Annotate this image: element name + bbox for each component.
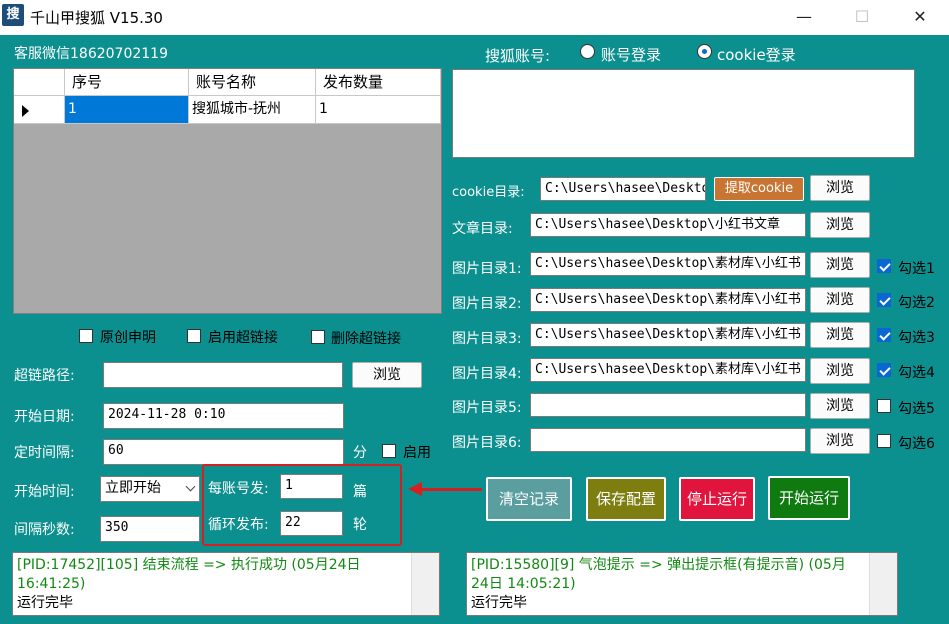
img-dir-3-label: 图片目录3: — [452, 331, 522, 347]
img-dir-4-checkbox[interactable] — [877, 363, 891, 377]
img-dir-2-browse-button[interactable]: 浏览 — [810, 287, 870, 313]
enable-link-label: 启用超链接 — [208, 330, 278, 346]
img-dir-2-label: 图片目录2: — [452, 296, 522, 312]
table-row-name[interactable]: 搜狐城市-抚州 — [189, 96, 316, 124]
highlight-box — [202, 464, 402, 546]
log-left-scrollbar[interactable] — [411, 553, 439, 615]
log-right-line3: 运行完毕 — [471, 595, 527, 611]
img-dir-6-input[interactable] — [530, 428, 806, 452]
start-time-value: 立即开始 — [105, 480, 161, 496]
interval-input[interactable]: 60 — [103, 439, 344, 465]
img-dir-2-check-label: 勾选2 — [898, 295, 935, 311]
close-button[interactable]: ✕ — [891, 0, 949, 33]
table-row-index[interactable]: 1 — [65, 96, 189, 124]
get-cookie-button[interactable]: 提取cookie — [714, 177, 804, 201]
cookie-dir-input[interactable]: C:\Users\hasee\Desktop — [540, 177, 706, 201]
row-pointer-icon — [22, 105, 29, 117]
chevron-down-icon — [185, 481, 196, 492]
save-config-button[interactable]: 保存配置 — [586, 477, 666, 521]
img-dir-3-check-label: 勾选3 — [898, 330, 935, 346]
article-browse-button[interactable]: 浏览 — [810, 212, 870, 238]
start-date-label: 开始日期: — [14, 409, 75, 425]
arrow-left-icon — [408, 482, 422, 496]
service-contact: 客服微信18620702119 — [14, 46, 168, 62]
img-dir-1-check-label: 勾选1 — [898, 261, 935, 277]
img-dir-5-label: 图片目录5: — [452, 400, 522, 416]
img-dir-1-checkbox[interactable] — [877, 259, 891, 273]
maximize-button[interactable]: ☐ — [833, 0, 891, 33]
account-login-radio[interactable] — [580, 44, 595, 59]
img-dir-2-input[interactable]: C:\Users\hasee\Desktop\素材库\小红书 — [530, 288, 806, 312]
log-left-line3: 运行完毕 — [17, 595, 73, 611]
img-dir-3-checkbox[interactable] — [877, 328, 891, 342]
img-dir-2-checkbox[interactable] — [877, 293, 891, 307]
cookie-login-radio[interactable] — [697, 44, 712, 59]
table-row-count[interactable]: 1 — [316, 96, 441, 124]
article-dir-input[interactable]: C:\Users\hasee\Desktop\小红书文章 — [530, 213, 806, 237]
interval-sec-label: 间隔秒数: — [14, 522, 75, 538]
img-dir-1-browse-button[interactable]: 浏览 — [810, 252, 870, 278]
img-dir-4-input[interactable]: C:\Users\hasee\Desktop\素材库\小红书 — [530, 358, 806, 382]
minute-unit: 分 — [353, 445, 367, 461]
stop-button[interactable]: 停止运行 — [679, 477, 755, 521]
clear-log-button[interactable]: 清空记录 — [486, 477, 572, 521]
img-dir-1-input[interactable]: C:\Users\hasee\Desktop\素材库\小红书 — [530, 252, 806, 276]
delete-link-checkbox[interactable] — [311, 330, 325, 344]
delete-link-label: 删除超链接 — [331, 331, 401, 347]
img-dir-6-check-label: 勾选6 — [898, 436, 935, 452]
log-left-line1: [PID:17452][105] 结束流程 => 执行成功 (05月24日 — [17, 557, 361, 573]
grid-header-index[interactable]: 序号 — [65, 69, 189, 96]
link-path-label: 超链路径: — [14, 368, 75, 384]
account-grid[interactable]: 序号 账号名称 发布数量 1 搜狐城市-抚州 1 — [13, 68, 442, 314]
grid-header-name[interactable]: 账号名称 — [189, 69, 316, 96]
window-title: 千山甲搜狐 V15.30 — [30, 9, 163, 27]
img-dir-4-label: 图片目录4: — [452, 366, 522, 382]
interval-label: 定时间隔: — [14, 445, 75, 461]
start-time-select[interactable]: 立即开始 — [100, 476, 200, 502]
row-selector[interactable] — [14, 96, 65, 124]
link-path-input[interactable] — [103, 362, 343, 388]
img-dir-3-input[interactable]: C:\Users\hasee\Desktop\素材库\小红书 — [530, 323, 806, 347]
img-dir-5-checkbox[interactable] — [877, 399, 891, 413]
cookie-browse-button[interactable]: 浏览 — [810, 175, 870, 201]
log-right-line1: [PID:15580][9] 气泡提示 => 弹出提示框(有提示音) (05月 — [471, 557, 846, 573]
minimize-button[interactable]: — — [775, 0, 833, 33]
cookie-dir-label: cookie目录: — [452, 185, 525, 200]
original-label: 原创申明 — [100, 330, 156, 346]
img-dir-5-check-label: 勾选5 — [898, 401, 935, 417]
enable-timer-label: 启用 — [403, 445, 431, 461]
start-button[interactable]: 开始运行 — [768, 476, 850, 520]
img-dir-5-browse-button[interactable]: 浏览 — [810, 393, 870, 419]
article-dir-label: 文章目录: — [452, 221, 513, 237]
account-textarea[interactable] — [452, 69, 915, 158]
img-dir-5-input[interactable] — [530, 393, 806, 417]
cookie-login-label: cookie登录 — [717, 46, 796, 64]
log-left[interactable]: [PID:17452][105] 结束流程 => 执行成功 (05月24日 16… — [12, 552, 440, 616]
original-checkbox[interactable] — [79, 329, 93, 343]
enable-timer-checkbox[interactable] — [382, 444, 396, 458]
img-dir-6-browse-button[interactable]: 浏览 — [810, 428, 870, 454]
img-dir-6-checkbox[interactable] — [877, 434, 891, 448]
img-dir-4-browse-button[interactable]: 浏览 — [810, 358, 870, 384]
enable-link-checkbox[interactable] — [187, 329, 201, 343]
log-right-line2: 24日 14:05:21) — [471, 576, 576, 592]
log-right[interactable]: [PID:15580][9] 气泡提示 => 弹出提示框(有提示音) (05月 … — [466, 552, 898, 616]
start-time-label: 开始时间: — [14, 484, 75, 500]
link-browse-button[interactable]: 浏览 — [352, 362, 422, 388]
img-dir-6-label: 图片目录6: — [452, 435, 522, 451]
grid-corner-header — [14, 69, 65, 96]
img-dir-4-check-label: 勾选4 — [898, 365, 935, 381]
img-dir-3-browse-button[interactable]: 浏览 — [810, 322, 870, 348]
log-left-line2: 16:41:25) — [17, 576, 86, 592]
account-label: 搜狐账号: — [485, 47, 551, 65]
interval-sec-input[interactable]: 350 — [100, 516, 200, 542]
account-login-label: 账号登录 — [601, 46, 662, 64]
start-date-input[interactable]: 2024-11-28 0:10 — [103, 403, 344, 429]
app-icon: 搜 — [2, 4, 24, 26]
img-dir-1-label: 图片目录1: — [452, 261, 522, 277]
grid-header-count[interactable]: 发布数量 — [316, 69, 441, 96]
log-right-scrollbar[interactable] — [869, 553, 897, 615]
arrow-shaft — [420, 488, 482, 491]
